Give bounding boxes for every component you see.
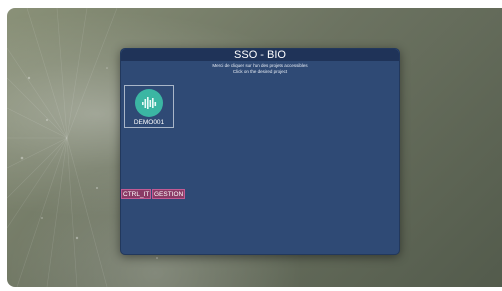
equalizer-icon <box>142 97 157 109</box>
project-tile-demo001[interactable]: DEMO001 <box>124 85 174 128</box>
sso-dialog: SSO - BIO Merci de cliquer sur l'un des … <box>120 48 400 255</box>
subtitle-english: Click on the desired project <box>232 69 288 74</box>
tag-gestion[interactable]: GESTION <box>152 189 186 199</box>
project-label: DEMO001 <box>133 119 165 126</box>
project-icon-circle <box>135 89 163 117</box>
desktop-background: SSO - BIO Merci de cliquer sur l'un des … <box>7 8 502 287</box>
subtitle-french: Merci de cliquer sur l'un des projets ac… <box>212 63 308 68</box>
dialog-title: SSO - BIO <box>234 49 286 61</box>
tag-ctrl-it[interactable]: CTRL_IT <box>121 189 152 199</box>
